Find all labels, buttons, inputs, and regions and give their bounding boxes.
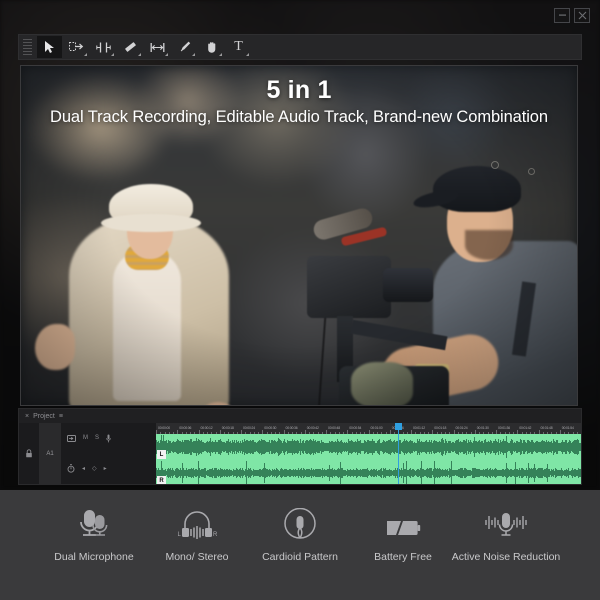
track-solo-button[interactable]: S <box>95 435 99 441</box>
overlay-subheadline: Dual Track Recording, Editable Audio Tra… <box>21 108 577 127</box>
video-editor-window: T <box>0 0 600 490</box>
hand-tool-button[interactable] <box>199 36 224 58</box>
feature-label: Mono/ Stereo <box>165 551 228 563</box>
selection-tool-button[interactable] <box>37 36 62 58</box>
feature-strip: Dual Microphone L R Mono/ Stereo Cardioi… <box>0 490 600 600</box>
feature-active-noise-reduction: Active Noise Reduction <box>455 508 558 563</box>
playhead[interactable] <box>398 423 399 484</box>
minimize-button[interactable] <box>554 8 570 23</box>
track-lock-button[interactable] <box>19 423 39 484</box>
feature-label: Dual Microphone <box>54 551 133 563</box>
tool-more-indicator <box>84 53 87 56</box>
feature-dual-microphone: Dual Microphone <box>43 508 146 563</box>
feature-label: Cardioid Pattern <box>262 551 338 563</box>
timeline-tracks[interactable]: 00:00:0000:00:0600:00:1200:00:1800:00:24… <box>156 423 581 484</box>
tool-more-indicator <box>138 53 141 56</box>
close-icon[interactable]: × <box>25 413 29 420</box>
close-button[interactable] <box>574 8 590 23</box>
tool-more-indicator <box>111 53 114 56</box>
tools-panel: T <box>18 34 582 60</box>
tool-more-indicator <box>219 53 222 56</box>
panel-menu-icon[interactable]: ≡ <box>59 413 62 420</box>
feature-mono-stereo: L R Mono/ Stereo <box>146 508 249 563</box>
monitor-text-overlay: 5 in 1 Dual Track Recording, Editable Au… <box>21 76 577 127</box>
overlay-headline: 5 in 1 <box>21 76 577 105</box>
drag-handle[interactable] <box>23 39 32 55</box>
title-bar <box>0 0 600 30</box>
track-header: A1 M S <box>19 423 156 484</box>
feature-cardioid-pattern: Cardioid Pattern <box>249 508 352 563</box>
battery-free-icon <box>383 508 423 542</box>
track-controls-row-1: M S <box>61 423 156 454</box>
track-controls-row-2: ◂ ◇ ▸ <box>61 454 156 485</box>
feature-label: Battery Free <box>374 551 432 563</box>
channel-label-l: L <box>157 450 166 459</box>
pen-tool-button[interactable] <box>172 36 197 58</box>
program-monitor[interactable]: 5 in 1 Dual Track Recording, Editable Au… <box>20 65 578 406</box>
timeline-tab[interactable]: × Project ≡ <box>19 409 581 423</box>
svg-text:R: R <box>213 532 218 538</box>
type-t-icon: T <box>234 39 243 55</box>
dual-microphone-icon <box>74 508 114 542</box>
track-name-label[interactable]: A1 <box>39 423 61 484</box>
audio-clip-left[interactable]: L <box>156 434 581 460</box>
lock-icon <box>25 449 33 458</box>
track-mute-button[interactable]: M <box>83 435 88 441</box>
audio-clip-right[interactable]: R <box>156 460 581 485</box>
feature-label: Active Noise Reduction <box>452 551 561 563</box>
tool-more-indicator <box>192 53 195 56</box>
svg-text:L: L <box>178 532 182 538</box>
headphones-lr-icon: L R <box>175 508 219 542</box>
stopwatch-icon[interactable] <box>67 464 75 473</box>
tool-more-indicator <box>165 53 168 56</box>
type-tool-button[interactable]: T <box>226 36 251 58</box>
slip-tool-button[interactable] <box>145 36 170 58</box>
timeline-panel: × Project ≡ A1 <box>18 408 582 485</box>
ripple-edit-tool-button[interactable] <box>91 36 116 58</box>
tool-more-indicator <box>246 53 249 56</box>
timeline-tab-label: Project <box>33 413 55 420</box>
track-controls: M S <box>61 423 156 484</box>
microphone-icon[interactable] <box>106 434 111 443</box>
next-keyframe-button[interactable]: ▸ <box>104 466 107 472</box>
prev-keyframe-button[interactable]: ◂ <box>82 466 85 472</box>
razor-tool-button[interactable] <box>118 36 143 58</box>
track-output-icon[interactable] <box>67 435 76 442</box>
noise-reduction-icon <box>479 508 533 542</box>
feature-battery-free: Battery Free <box>352 508 455 563</box>
timeline-ruler[interactable]: 00:00:0000:00:0600:00:1200:00:1800:00:24… <box>156 423 581 434</box>
track-select-tool-button[interactable] <box>64 36 89 58</box>
channel-label-r: R <box>157 476 166 485</box>
cardioid-pattern-icon <box>282 508 318 542</box>
add-keyframe-button[interactable]: ◇ <box>92 466 97 472</box>
